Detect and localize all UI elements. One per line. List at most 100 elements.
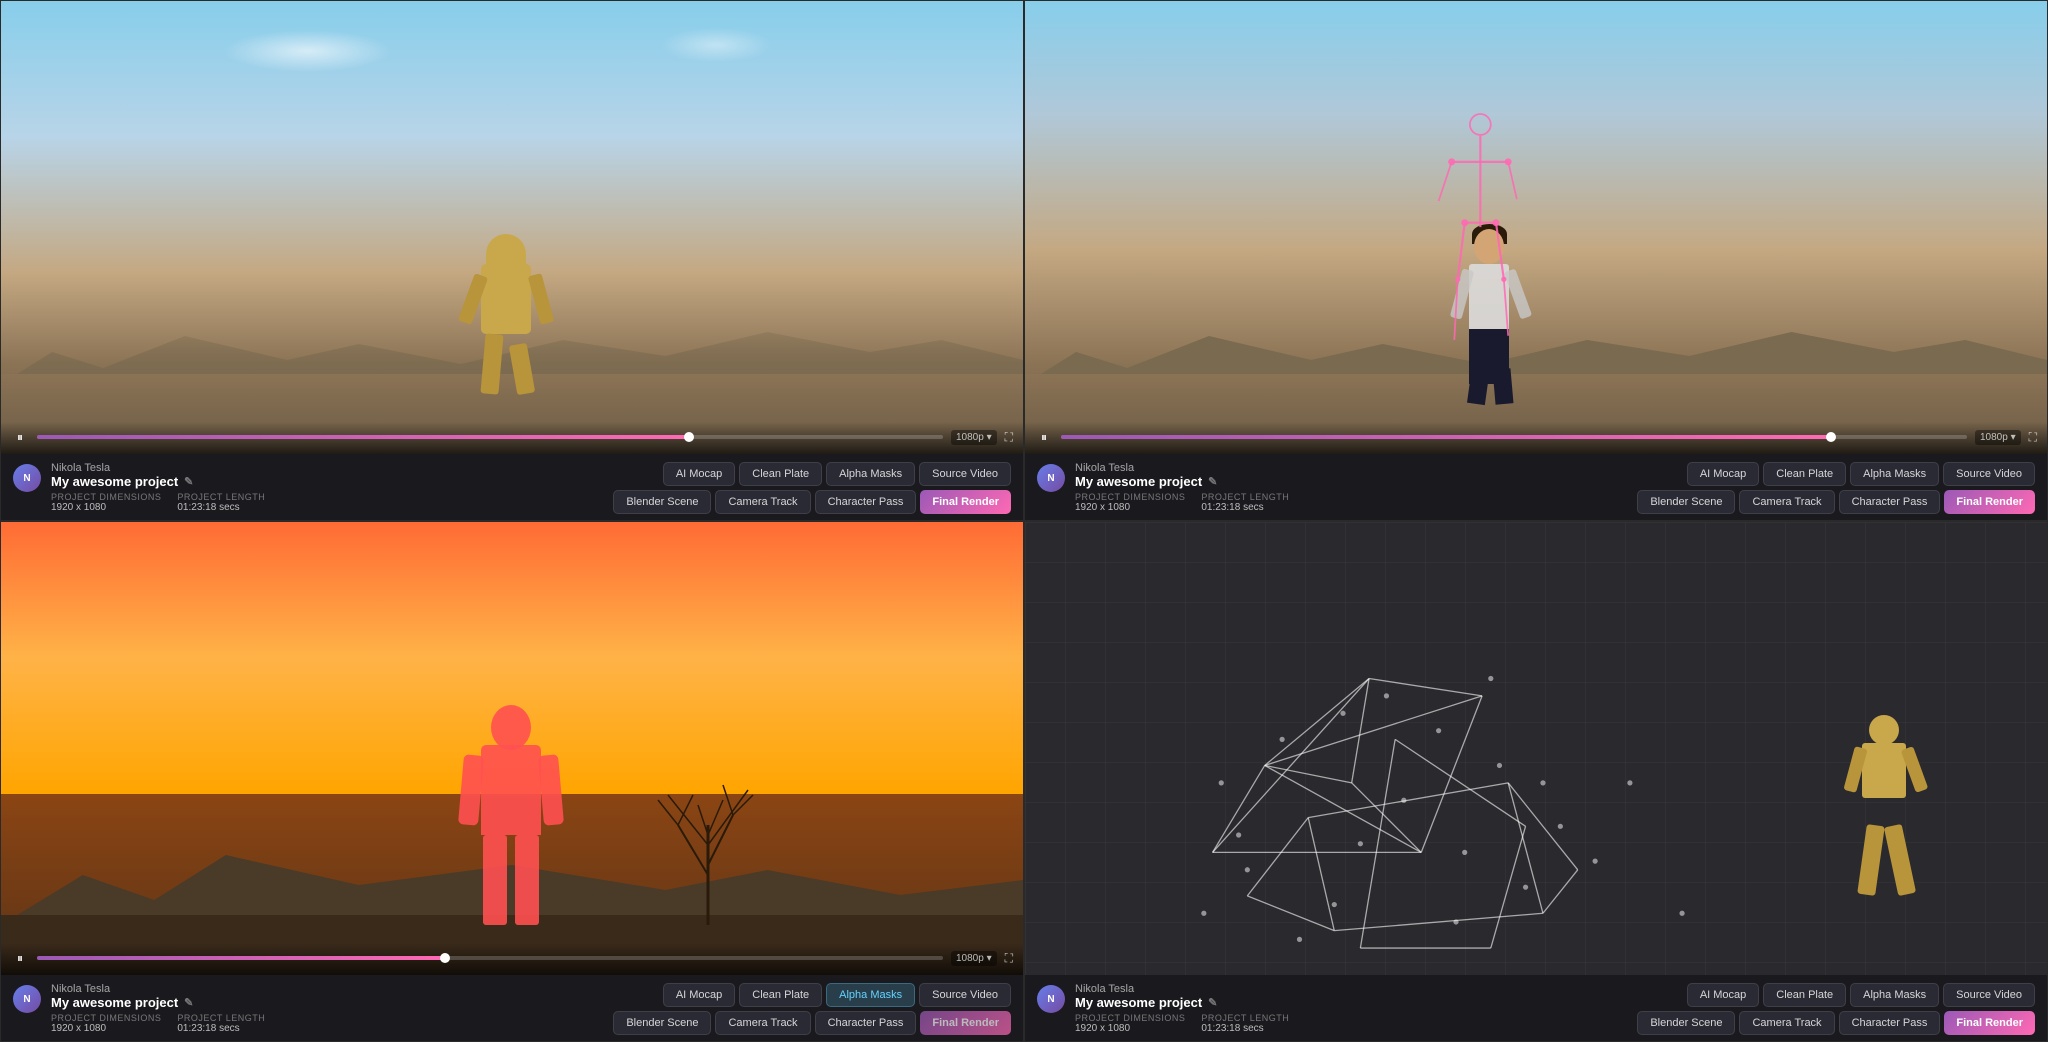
person-head — [1474, 229, 1504, 264]
project-details-3: Project Dimensions 1920 x 1080 Project L… — [51, 1013, 603, 1034]
dimensions-label-2: Project Dimensions — [1075, 492, 1185, 502]
person-body — [1469, 264, 1509, 334]
video-area-3[interactable]: ⏸ 1080p ▾ ⛶ — [1, 522, 1023, 975]
panel-person: ⏸ 1080p ▾ ⛶ N Nikola Tesla My awesome pr… — [1024, 0, 2048, 521]
panel-meta-2: Nikola Tesla My awesome project ✎ Projec… — [1075, 462, 1627, 513]
progress-dot-3 — [440, 953, 450, 963]
avatar-2: N — [1037, 464, 1065, 492]
project-details-2: Project Dimensions 1920 x 1080 Project L… — [1075, 492, 1627, 513]
video-area-2[interactable]: ⏸ 1080p ▾ ⛶ — [1025, 1, 2047, 454]
btn-alpha-masks-4[interactable]: Alpha Masks — [1850, 983, 1939, 1007]
project-name-text-2: My awesome project — [1075, 474, 1202, 489]
btn-final-render-4[interactable]: Final Render — [1944, 1011, 2035, 1035]
edit-icon-3[interactable]: ✎ — [184, 996, 193, 1009]
robot-arm-right — [528, 273, 554, 325]
project-name-text-4: My awesome project — [1075, 995, 1202, 1010]
person-leg-left — [1467, 373, 1489, 405]
project-name-1: My awesome project ✎ — [51, 474, 603, 489]
btn-row-4-bottom: Blender Scene Camera Track Character Pas… — [1637, 1011, 2035, 1035]
btn-camera-track-1[interactable]: Camera Track — [715, 490, 810, 514]
pause-button-2[interactable]: ⏸ — [1035, 428, 1053, 446]
btn-source-video-1[interactable]: Source Video — [919, 462, 1011, 486]
dimensions-value-3: 1920 x 1080 — [51, 1023, 161, 1034]
btn-alpha-masks-1[interactable]: Alpha Masks — [826, 462, 915, 486]
panel-info-1: N Nikola Tesla My awesome project ✎ Proj… — [1, 454, 1023, 520]
length-value-4: 01:23:18 secs — [1201, 1023, 1289, 1034]
length-item-3: Project Length 01:23:18 secs — [177, 1013, 265, 1034]
project-name-2: My awesome project ✎ — [1075, 474, 1627, 489]
quality-badge-3[interactable]: 1080p ▾ — [951, 951, 997, 966]
btn-character-pass-2[interactable]: Character Pass — [1839, 490, 1941, 514]
sil-leg-right — [515, 835, 539, 925]
btn-camera-track-3[interactable]: Camera Track — [715, 1011, 810, 1035]
progress-bar-3[interactable] — [37, 956, 943, 960]
char-3d-leg-left — [1858, 824, 1886, 896]
btn-blender-scene-4[interactable]: Blender Scene — [1637, 1011, 1735, 1035]
btn-clean-plate-2[interactable]: Clean Plate — [1763, 462, 1846, 486]
btn-row-3-top: AI Mocap Clean Plate Alpha Masks Source … — [663, 983, 1011, 1007]
btn-blender-scene-1[interactable]: Blender Scene — [613, 490, 711, 514]
panel-buttons-2: AI Mocap Clean Plate Alpha Masks Source … — [1637, 462, 2035, 514]
btn-row-4-top: AI Mocap Clean Plate Alpha Masks Source … — [1687, 983, 2035, 1007]
panel-info-3: N Nikola Tesla My awesome project ✎ Proj… — [1, 975, 1023, 1041]
btn-source-video-3[interactable]: Source Video — [919, 983, 1011, 1007]
btn-ai-mocap-4[interactable]: AI Mocap — [1687, 983, 1759, 1007]
btn-blender-scene-2[interactable]: Blender Scene — [1637, 490, 1735, 514]
panel-meta-1: Nikola Tesla My awesome project ✎ Projec… — [51, 462, 603, 513]
btn-alpha-masks-3[interactable]: Alpha Masks — [826, 983, 915, 1007]
length-label-4: Project Length — [1201, 1013, 1289, 1023]
edit-icon-2[interactable]: ✎ — [1208, 475, 1217, 488]
pause-button-3[interactable]: ⏸ — [11, 949, 29, 967]
char-3d-body — [1862, 743, 1906, 798]
video-area-1[interactable]: ⏸ 1080p ▾ ⛶ — [1, 1, 1023, 454]
btn-clean-plate-4[interactable]: Clean Plate — [1763, 983, 1846, 1007]
btn-camera-track-2[interactable]: Camera Track — [1739, 490, 1834, 514]
video-area-4[interactable] — [1025, 522, 2047, 975]
project-name-3: My awesome project ✎ — [51, 995, 603, 1010]
avatar-3: N — [13, 985, 41, 1013]
btn-ai-mocap-3[interactable]: AI Mocap — [663, 983, 735, 1007]
btn-ai-mocap-2[interactable]: AI Mocap — [1687, 462, 1759, 486]
btn-final-render-3[interactable]: Final Render — [920, 1011, 1011, 1035]
sil-body — [481, 745, 541, 835]
progress-dot-2 — [1826, 432, 1836, 442]
panel-buttons-1: AI Mocap Clean Plate Alpha Masks Source … — [613, 462, 1011, 514]
btn-clean-plate-1[interactable]: Clean Plate — [739, 462, 822, 486]
dimensions-label-3: Project Dimensions — [51, 1013, 161, 1023]
btn-source-video-2[interactable]: Source Video — [1943, 462, 2035, 486]
pause-button-1[interactable]: ⏸ — [11, 428, 29, 446]
fullscreen-btn-2[interactable]: ⛶ — [2029, 430, 2037, 445]
edit-icon-1[interactable]: ✎ — [184, 475, 193, 488]
dimensions-value-1: 1920 x 1080 — [51, 502, 161, 513]
btn-blender-scene-3[interactable]: Blender Scene — [613, 1011, 711, 1035]
project-name-text-1: My awesome project — [51, 474, 178, 489]
btn-alpha-masks-2[interactable]: Alpha Masks — [1850, 462, 1939, 486]
progress-bar-1[interactable] — [37, 435, 943, 439]
btn-character-pass-4[interactable]: Character Pass — [1839, 1011, 1941, 1035]
fullscreen-btn-1[interactable]: ⛶ — [1005, 430, 1013, 445]
fullscreen-btn-3[interactable]: ⛶ — [1005, 951, 1013, 966]
btn-source-video-4[interactable]: Source Video — [1943, 983, 2035, 1007]
quality-badge-2[interactable]: 1080p ▾ — [1975, 430, 2021, 445]
btn-camera-track-4[interactable]: Camera Track — [1739, 1011, 1834, 1035]
progress-bar-2[interactable] — [1061, 435, 1967, 439]
progress-dot-1 — [684, 432, 694, 442]
edit-icon-4[interactable]: ✎ — [1208, 996, 1217, 1009]
project-details-4: Project Dimensions 1920 x 1080 Project L… — [1075, 1013, 1627, 1034]
dimensions-item-2: Project Dimensions 1920 x 1080 — [1075, 492, 1185, 513]
panel-info-4: N Nikola Tesla My awesome project ✎ Proj… — [1025, 975, 2047, 1041]
btn-ai-mocap-1[interactable]: AI Mocap — [663, 462, 735, 486]
btn-row-1-top: AI Mocap Clean Plate Alpha Masks Source … — [663, 462, 1011, 486]
video-controls-3: ⏸ 1080p ▾ ⛶ — [1, 943, 1023, 975]
btn-final-render-2[interactable]: Final Render — [1944, 490, 2035, 514]
dimensions-value-4: 1920 x 1080 — [1075, 1023, 1185, 1034]
progress-fill-1 — [37, 435, 689, 439]
dimensions-label-4: Project Dimensions — [1075, 1013, 1185, 1023]
btn-clean-plate-3[interactable]: Clean Plate — [739, 983, 822, 1007]
btn-final-render-1[interactable]: Final Render — [920, 490, 1011, 514]
length-label-2: Project Length — [1201, 492, 1289, 502]
btn-character-pass-3[interactable]: Character Pass — [815, 1011, 917, 1035]
quality-badge-1[interactable]: 1080p ▾ — [951, 430, 997, 445]
btn-character-pass-1[interactable]: Character Pass — [815, 490, 917, 514]
length-value-2: 01:23:18 secs — [1201, 502, 1289, 513]
